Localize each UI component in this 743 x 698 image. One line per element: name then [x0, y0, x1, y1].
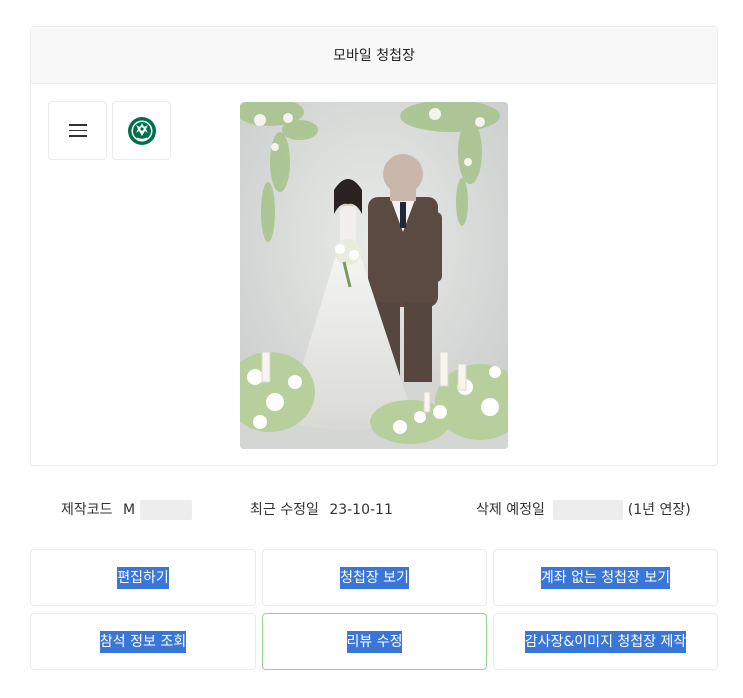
code-info: 제작코드 M [61, 499, 192, 520]
code-label: 제작코드 [61, 502, 113, 518]
edit-button-label: 편집하기 [117, 566, 169, 589]
card-header: 모바일 청첩장 [31, 27, 717, 84]
view-no-account-label: 계좌 없는 청첩장 보기 [540, 566, 671, 589]
edit-button[interactable]: 편집하기 [30, 549, 256, 606]
menu-button[interactable] [48, 101, 107, 160]
invitation-card: 모바일 청첩장 [30, 26, 718, 466]
modified-label: 최근 수정일 [250, 502, 319, 518]
thanks-card-button[interactable]: 감사장&이미지 청첩장 제작 [493, 613, 718, 670]
card-title: 모바일 청첩장 [333, 48, 415, 64]
review-edit-label: 리뷰 수정 [346, 630, 403, 653]
hamburger-menu-icon [68, 124, 87, 137]
modified-value: 23-10-11 [329, 502, 393, 518]
view-no-account-button[interactable]: 계좌 없는 청첩장 보기 [493, 549, 718, 606]
thanks-card-label: 감사장&이미지 청첩장 제작 [524, 630, 687, 653]
review-edit-button[interactable]: 리뷰 수정 [262, 613, 487, 670]
rsvp-button[interactable]: 참석 정보 조회 [30, 613, 256, 670]
delete-label: 삭제 예정일 [476, 502, 545, 518]
rsvp-button-label: 참석 정보 조회 [99, 630, 187, 653]
starbucks-logo-icon [127, 116, 156, 145]
code-value: M [122, 502, 136, 518]
extend-label[interactable]: (1년 연장) [628, 502, 691, 518]
wedding-photo [240, 102, 508, 449]
code-redacted [139, 500, 192, 520]
wedding-photo-image [240, 102, 508, 449]
delete-date-redacted [553, 500, 624, 520]
modified-info: 최근 수정일 23-10-11 [250, 499, 393, 519]
logo-button[interactable] [112, 101, 171, 160]
delete-info: 삭제 예정일 (1년 연장) [476, 499, 691, 520]
view-invitation-label: 청첩장 보기 [340, 566, 409, 589]
invitation-info-row: 제작코드 M 최근 수정일 23-10-11 삭제 예정일 (1년 연장) [0, 499, 743, 520]
view-invitation-button[interactable]: 청첩장 보기 [262, 549, 487, 606]
